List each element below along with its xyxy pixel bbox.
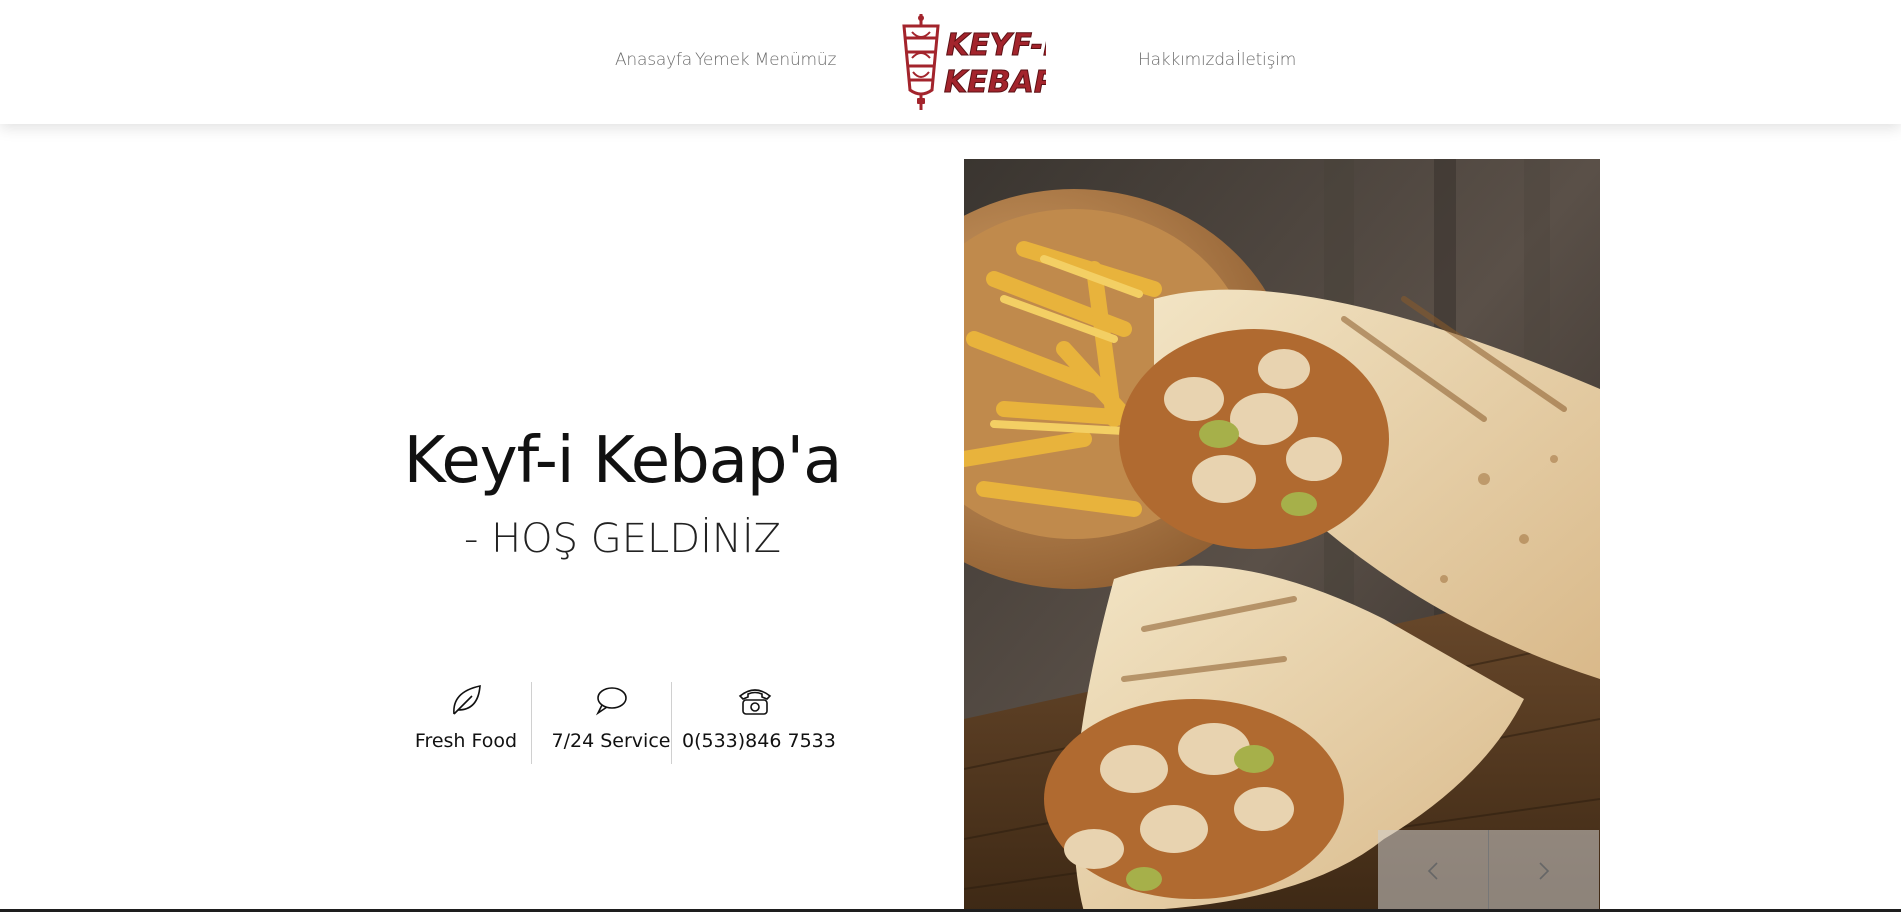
feature-divider (671, 682, 672, 764)
nav-contact[interactable]: İletişim (1236, 50, 1296, 70)
feature-divider (531, 682, 532, 764)
hero-title: Keyf-i Kebap'a (403, 424, 843, 498)
logo[interactable]: KEYF-i KEBAP (896, 12, 1056, 112)
site-header: Anasayfa Yemek Menümüz KEYF-i KEBAP Hakk… (0, 0, 1901, 124)
nav-about[interactable]: Hakkımızda (1138, 50, 1235, 70)
telephone-icon (738, 689, 772, 715)
speech-bubble-icon (595, 687, 627, 716)
feature-fresh-food: Fresh Food (410, 680, 522, 765)
leaf-icon (453, 684, 481, 715)
hero-image (964, 159, 1600, 912)
slider-next-button[interactable] (1489, 830, 1599, 912)
chevron-right-icon (1539, 862, 1550, 880)
feature-service: 7/24 Service (538, 680, 684, 765)
feature-label: 0(533)846 7533 (682, 730, 836, 752)
logo-line2: KEBAP (944, 65, 1046, 100)
slider-prev-button[interactable] (1378, 830, 1488, 912)
feature-phone[interactable]: 0(533)846 7533 (682, 680, 836, 765)
chevron-left-icon (1427, 862, 1438, 880)
wrap-photo (964, 159, 1600, 912)
feature-label: 7/24 Service (551, 730, 671, 752)
feature-label: Fresh Food (414, 730, 518, 752)
nav-menu[interactable]: Yemek Menümüz (695, 50, 836, 70)
nav-home[interactable]: Anasayfa (615, 50, 692, 70)
logo-line1: KEYF-i (946, 28, 1046, 63)
doner-logo-icon: KEYF-i KEBAP (902, 14, 1056, 110)
hero-subtitle: - HOŞ GELDİNİZ (463, 516, 782, 562)
